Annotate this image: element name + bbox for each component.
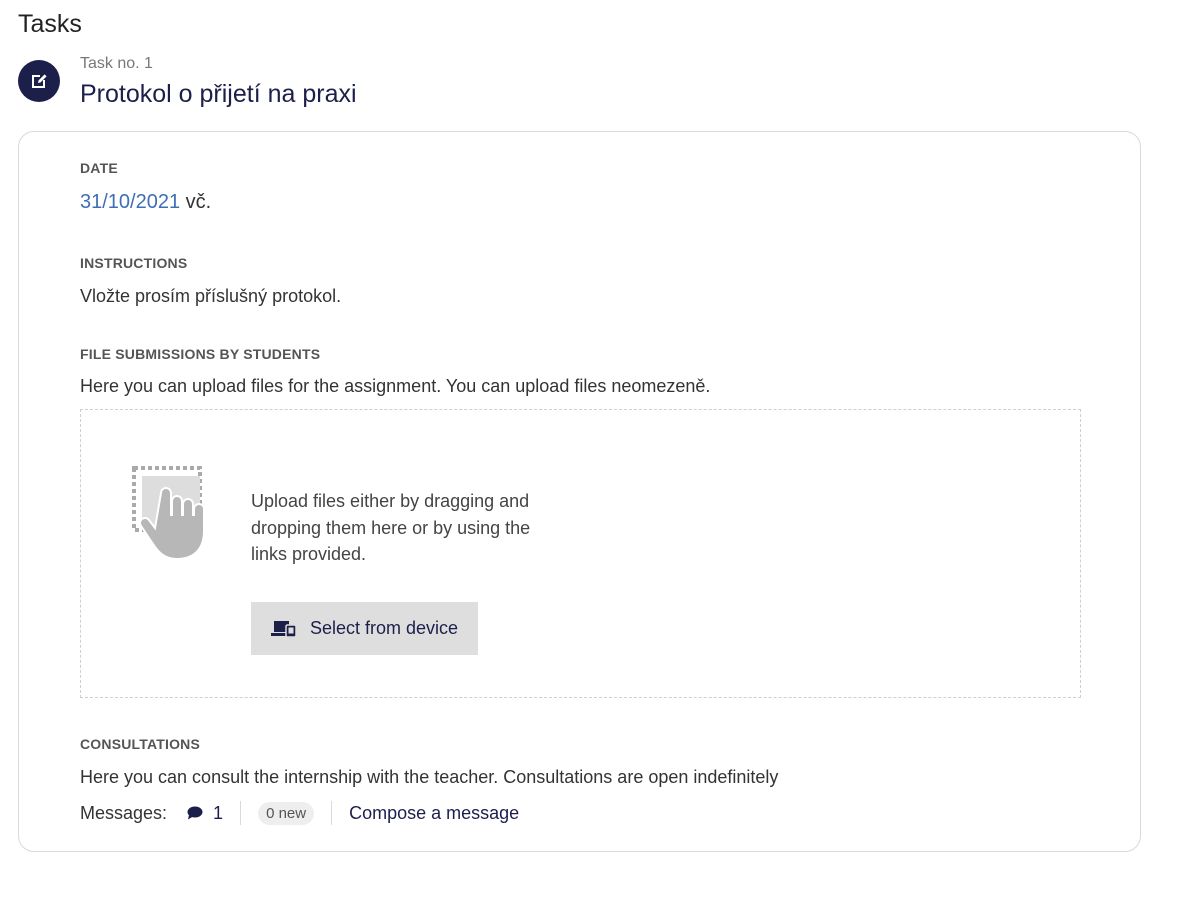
select-from-device-label: Select from device xyxy=(310,618,459,638)
drag-drop-hand-icon xyxy=(131,463,211,568)
edit-icon xyxy=(29,71,49,91)
select-from-device-button[interactable]: Select from device xyxy=(251,602,478,655)
messages-row: Messages: 1 0 new Compose a message xyxy=(80,800,519,826)
file-dropzone[interactable]: Upload files either by dragging and drop… xyxy=(80,409,1081,698)
task-number: Task no. 1 xyxy=(80,55,153,72)
date-value-row: 31/10/2021 vč. xyxy=(80,191,211,214)
messages-label: Messages: xyxy=(80,802,168,823)
consultations-label: CONSULTATIONS xyxy=(80,736,201,752)
submissions-label: FILE SUBMISSIONS BY STUDENTS xyxy=(80,346,321,362)
page-title: Tasks xyxy=(18,10,82,38)
divider xyxy=(240,801,242,825)
date-suffix: vč. xyxy=(180,191,212,213)
task-title: Protokol o přijetí na praxi xyxy=(80,80,357,108)
dropzone-instructions: Upload files either by dragging and drop… xyxy=(251,491,531,564)
task-badge xyxy=(18,60,60,102)
date-link[interactable]: 31/10/2021 xyxy=(80,191,180,213)
devices-icon xyxy=(271,619,297,639)
new-messages-badge: 0 new xyxy=(258,801,315,825)
divider xyxy=(331,801,333,825)
submissions-text: Here you can upload files for the assign… xyxy=(80,376,711,396)
instructions-label: INSTRUCTIONS xyxy=(80,255,188,271)
message-count: 1 xyxy=(213,802,224,823)
chat-bubble-icon xyxy=(187,806,203,820)
consultations-text: Here you can consult the internship with… xyxy=(80,767,779,787)
date-label: DATE xyxy=(80,160,118,176)
instructions-text: Vložte prosím příslušný protokol. xyxy=(80,286,342,306)
message-count-link[interactable]: 1 xyxy=(187,803,223,824)
compose-message-link[interactable]: Compose a message xyxy=(349,803,519,824)
